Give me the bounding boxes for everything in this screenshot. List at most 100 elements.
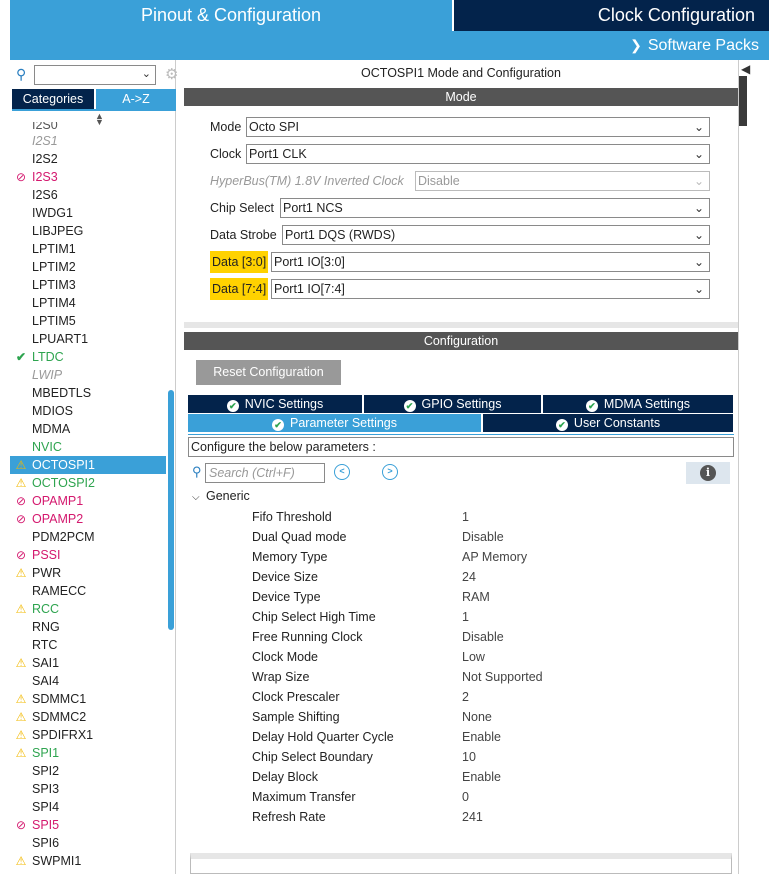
sidebar-item-sdmmc1[interactable]: ⚠ SDMMC1 [10, 690, 166, 708]
sidebar-item-sdmmc2[interactable]: ⚠ SDMMC2 [10, 708, 166, 726]
tab-categories[interactable]: Categories [12, 89, 94, 109]
parameter-row[interactable]: Device Size 24 [252, 567, 722, 587]
software-packs-button[interactable]: Software Packs [648, 37, 759, 54]
parameter-value[interactable]: Disable [462, 627, 504, 647]
sidebar-item-spdifrx1[interactable]: ⚠ SPDIFRX1 [10, 726, 166, 744]
sidebar-item-spi1[interactable]: ⚠ SPI1 [10, 744, 166, 762]
parameter-row[interactable]: Sample Shifting None [252, 707, 722, 727]
sidebar-item-lptim5[interactable]: LPTIM5 [10, 312, 166, 330]
sidebar-item-octospi1[interactable]: ⚠ OCTOSPI1 [10, 456, 166, 474]
parameter-value[interactable]: 24 [462, 567, 476, 587]
search-previous-button[interactable]: < [334, 464, 350, 480]
data-3-0-select[interactable]: Port1 IO[3:0] ⌄ [271, 252, 710, 272]
parameter-row[interactable]: Dual Quad mode Disable [252, 527, 722, 547]
parameter-value[interactable]: 0 [462, 787, 469, 807]
tab-mdma-settings[interactable]: ✔ MDMA Settings [543, 395, 733, 413]
search-combo[interactable]: ⌄ [34, 65, 156, 85]
sidebar-item-lptim2[interactable]: LPTIM2 [10, 258, 166, 276]
sidebar-item-lptim3[interactable]: LPTIM3 [10, 276, 166, 294]
sidebar-item-lptim1[interactable]: LPTIM1 [10, 240, 166, 258]
parameter-row[interactable]: Delay Hold Quarter Cycle Enable [252, 727, 722, 747]
data-strobe-select[interactable]: Port1 DQS (RWDS) ⌄ [282, 225, 710, 245]
sidebar-item-i2s3[interactable]: ⊘ I2S3 [10, 168, 166, 186]
search-next-button[interactable]: > [382, 464, 398, 480]
tab-pinout-configuration[interactable]: Pinout & Configuration [10, 0, 452, 31]
mode-select[interactable]: Octo SPI ⌄ [246, 117, 710, 137]
sidebar-item-libjpeg[interactable]: LIBJPEG [10, 222, 166, 240]
parameter-row[interactable]: Chip Select High Time 1 [252, 607, 722, 627]
parameter-row[interactable]: Free Running Clock Disable [252, 627, 722, 647]
splitter-handle[interactable] [739, 76, 747, 126]
parameter-value[interactable]: AP Memory [462, 547, 527, 567]
sidebar-item-iwdg1[interactable]: IWDG1 [10, 204, 166, 222]
parameter-row[interactable]: Chip Select Boundary 10 [252, 747, 722, 767]
sidebar-scrollbar[interactable] [168, 390, 174, 630]
collapse-arrow-icon[interactable]: ◀ [741, 62, 750, 76]
sidebar-item-sai4[interactable]: SAI4 [10, 672, 166, 690]
chevron-down-icon[interactable]: ⌄ [142, 67, 151, 80]
sidebar-item-mdios[interactable]: MDIOS [10, 402, 166, 420]
tab-nvic-settings[interactable]: ✔ NVIC Settings [188, 395, 362, 413]
sidebar-item-i2s2[interactable]: I2S2 [10, 150, 166, 168]
sidebar-item-mbedtls[interactable]: MBEDTLS [10, 384, 166, 402]
sidebar-item-spi5[interactable]: ⊘ SPI5 [10, 816, 166, 834]
sidebar-item-i2s1[interactable]: I2S1 [10, 132, 166, 150]
parameter-value[interactable]: Low [462, 647, 485, 667]
sidebar-item-pssi[interactable]: ⊘ PSSI [10, 546, 166, 564]
sidebar-item-nvic[interactable]: NVIC [10, 438, 166, 456]
info-button[interactable]: i [686, 462, 730, 484]
parameter-row[interactable]: Clock Prescaler 2 [252, 687, 722, 707]
sidebar-item-rcc[interactable]: ⚠ RCC [10, 600, 166, 618]
sidebar-item-ramecc[interactable]: RAMECC [10, 582, 166, 600]
chevron-down-icon[interactable]: ❯ [630, 31, 642, 60]
parameter-value[interactable]: 1 [462, 507, 469, 527]
tab-a-to-z[interactable]: A->Z [96, 89, 176, 109]
chip-select-select[interactable]: Port1 NCS ⌄ [280, 198, 710, 218]
gear-icon[interactable]: ⚙ [165, 65, 178, 83]
sidebar-item-i2s6[interactable]: I2S6 [10, 186, 166, 204]
tab-clock-configuration[interactable]: Clock Configuration [454, 0, 769, 31]
reset-configuration-button[interactable]: Reset Configuration [196, 360, 341, 385]
sidebar-item-rng[interactable]: RNG [10, 618, 166, 636]
sidebar-item-pwr[interactable]: ⚠ PWR [10, 564, 166, 582]
parameter-row[interactable]: Wrap Size Not Supported [252, 667, 722, 687]
parameter-row[interactable]: Clock Mode Low [252, 647, 722, 667]
tab-gpio-settings[interactable]: ✔ GPIO Settings [364, 395, 541, 413]
parameter-row[interactable]: Refresh Rate 241 [252, 807, 722, 827]
parameter-row[interactable]: Memory Type AP Memory [252, 547, 722, 567]
parameter-value[interactable]: Not Supported [462, 667, 543, 687]
parameter-value[interactable]: 2 [462, 687, 469, 707]
sidebar-item-sai1[interactable]: ⚠ SAI1 [10, 654, 166, 672]
tab-user-constants[interactable]: ✔ User Constants [483, 414, 733, 432]
sidebar-item-mdma[interactable]: MDMA [10, 420, 166, 438]
sidebar-item-octospi2[interactable]: ⚠ OCTOSPI2 [10, 474, 166, 492]
sidebar-item-pdm2pcm[interactable]: PDM2PCM [10, 528, 166, 546]
parameter-value[interactable]: Disable [462, 527, 504, 547]
sidebar-item-spi4[interactable]: SPI4 [10, 798, 166, 816]
clock-select[interactable]: Port1 CLK ⌄ [246, 144, 710, 164]
parameter-row[interactable]: Fifo Threshold 1 [252, 507, 722, 527]
parameter-value[interactable]: None [462, 707, 492, 727]
parameter-value[interactable]: Enable [462, 767, 501, 787]
sidebar-item-lpuart1[interactable]: LPUART1 [10, 330, 166, 348]
sidebar-item-swpmi1[interactable]: ⚠ SWPMI1 [10, 852, 166, 870]
parameter-search-input[interactable]: Search (Ctrl+F) [205, 463, 325, 483]
parameter-value[interactable]: 241 [462, 807, 483, 827]
sidebar-item-ltdc[interactable]: ✔ LTDC [10, 348, 166, 366]
sidebar-item-lwip[interactable]: LWIP [10, 366, 166, 384]
parameter-value[interactable]: Enable [462, 727, 501, 747]
sidebar-item-rtc[interactable]: RTC [10, 636, 166, 654]
data-7-4-select[interactable]: Port1 IO[7:4] ⌄ [271, 279, 710, 299]
parameter-value[interactable]: 10 [462, 747, 476, 767]
sidebar-item-lptim4[interactable]: LPTIM4 [10, 294, 166, 312]
search-icon[interactable]: ⚲ [16, 66, 26, 83]
group-generic[interactable]: ⌵ Generic [192, 489, 250, 503]
chevron-down-icon[interactable]: ⌵ [192, 492, 206, 503]
tab-parameter-settings[interactable]: ✔ Parameter Settings [188, 414, 481, 432]
sidebar-item-spi6[interactable]: SPI6 [10, 834, 166, 852]
parameter-row[interactable]: Delay Block Enable [252, 767, 722, 787]
parameter-value[interactable]: 1 [462, 607, 469, 627]
parameter-row[interactable]: Device Type RAM [252, 587, 722, 607]
sidebar-item-opamp2[interactable]: ⊘ OPAMP2 [10, 510, 166, 528]
sidebar-item-spi2[interactable]: SPI2 [10, 762, 166, 780]
